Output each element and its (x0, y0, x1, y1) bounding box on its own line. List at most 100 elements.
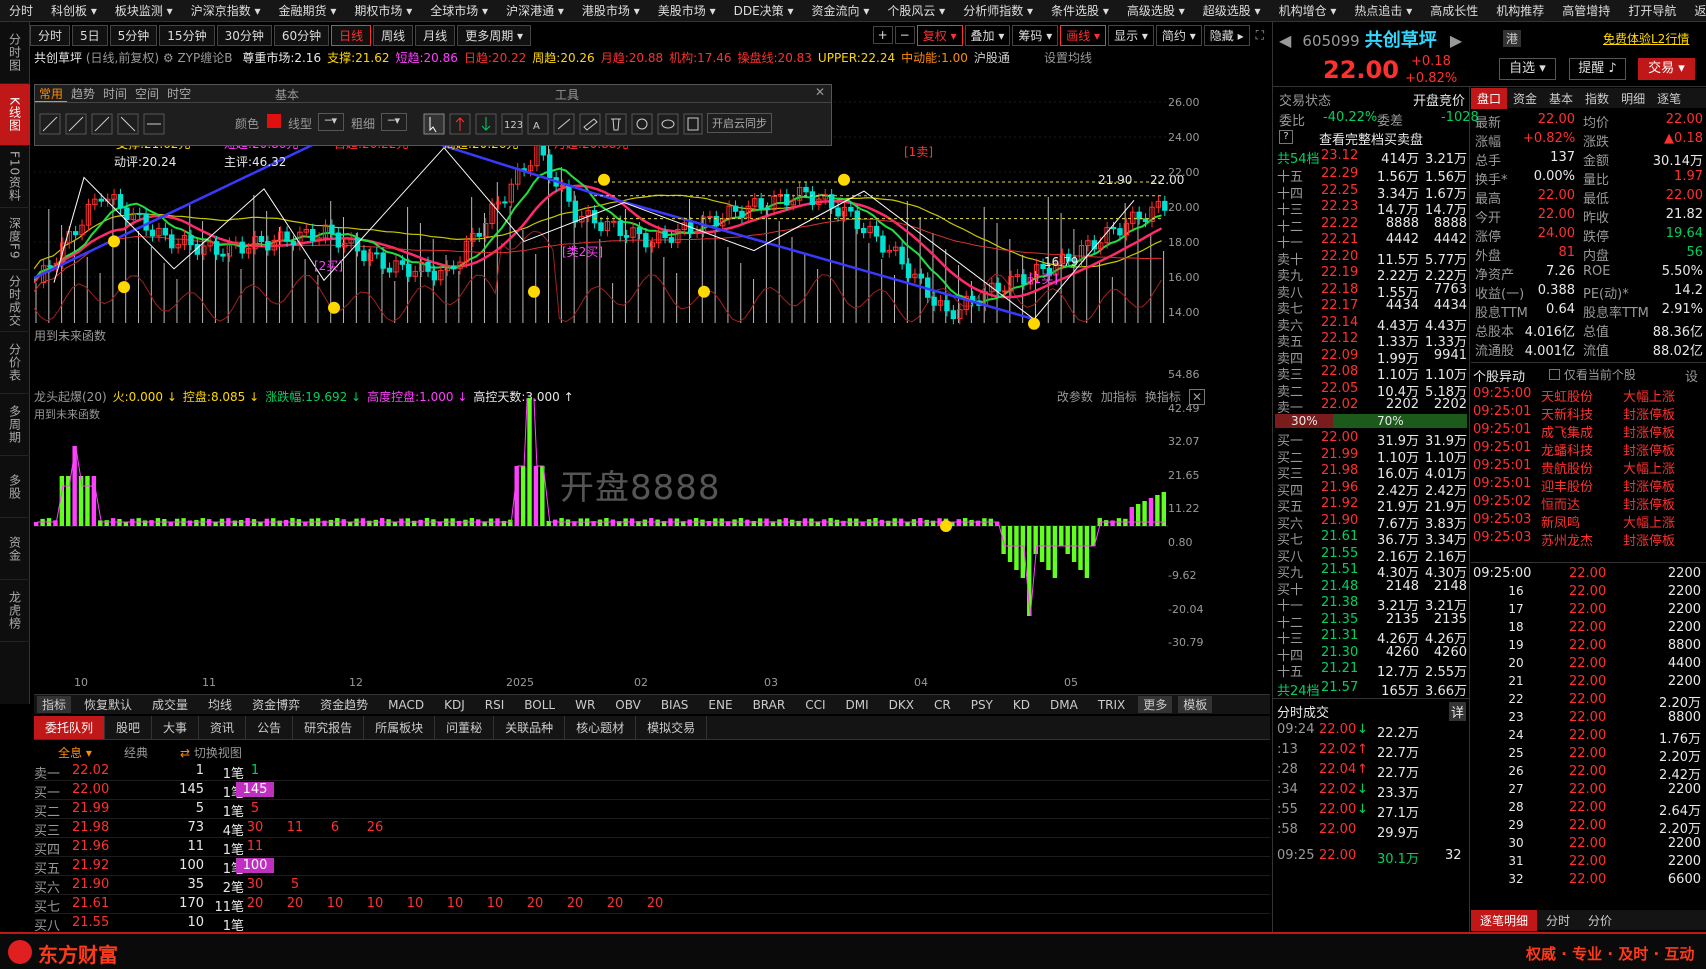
alert-stock[interactable]: 龙蟠科技 (1541, 440, 1593, 459)
menu-item[interactable]: 高成长性 (1421, 2, 1487, 19)
alert-stock[interactable]: 成飞集成 (1541, 422, 1593, 441)
view-classic-option[interactable]: 经典 (124, 744, 148, 761)
l2-trial-link[interactable]: 免费体验L2行情 (1603, 30, 1689, 47)
left-tab[interactable]: 分时图 (0, 22, 30, 84)
quote-panel-tab[interactable]: 明细 (1615, 88, 1651, 109)
toolbar-button[interactable]: 隐藏 ▸ (1203, 24, 1250, 46)
left-tab[interactable]: 多周期 (0, 394, 30, 456)
tool-panel-tab[interactable]: 时空 (163, 87, 195, 101)
bottom-tab[interactable]: 股吧 (105, 716, 153, 739)
indicator-tab[interactable]: 资金趋势 (310, 696, 378, 713)
indicator-tab[interactable]: BIAS (651, 698, 699, 712)
bottom-tab[interactable]: 大事 (152, 716, 200, 739)
period-button[interactable]: 15分钟 (159, 24, 215, 46)
period-button[interactable]: 60分钟 (273, 24, 330, 46)
close-icon[interactable]: ✕ (815, 85, 825, 99)
toolbar-button[interactable]: 显示 ▾ (1108, 24, 1154, 46)
menu-item[interactable]: 港股市场 ▾ (573, 2, 649, 19)
tool-panel-tab[interactable]: 趋势 (67, 87, 99, 101)
indicator-tab[interactable]: 更多 (1138, 696, 1173, 713)
add-watchlist-button[interactable]: 自选 ▾ (1499, 58, 1556, 80)
indicator-tab[interactable]: 成交量 (142, 696, 198, 713)
line-type-select[interactable]: ─▾ (318, 113, 344, 131)
menu-item[interactable]: 金融期货 ▾ (270, 2, 346, 19)
menu-item[interactable]: 期权市场 ▾ (345, 2, 421, 19)
left-tab[interactable]: 深度F9 (0, 208, 30, 270)
tick-detail-tab[interactable]: 分价 (1579, 910, 1621, 931)
alert-button[interactable]: 提醒 ♪ (1569, 58, 1626, 80)
indicator-sub-chart[interactable]: 用到未来函数 (34, 398, 1216, 690)
tool-panel-tab[interactable]: 常用 (35, 87, 68, 102)
bottom-tab[interactable]: 委托队列 (34, 716, 106, 739)
bottom-tab[interactable]: 公告 (246, 716, 294, 739)
menu-item[interactable]: 高级选股 ▾ (1118, 2, 1194, 19)
bottom-tab[interactable]: 问董秘 (435, 716, 495, 739)
bottom-tab[interactable]: 模拟交易 (636, 716, 708, 739)
indicator-tab[interactable]: DMI (836, 698, 879, 712)
left-tab[interactable]: 多股 (0, 456, 30, 518)
alert-stock[interactable]: 恒而达 (1541, 494, 1580, 513)
menu-item[interactable]: 沪深港通 ▾ (497, 2, 573, 19)
indicator-tab[interactable]: WR (565, 698, 605, 712)
toolbar-button[interactable]: 画线 ▾ (1060, 24, 1107, 46)
menu-item[interactable]: 个股风云 ▾ (878, 2, 954, 19)
alert-stock[interactable]: 迎丰股份 (1541, 476, 1593, 495)
yidong-settings-button[interactable]: 设 (1685, 366, 1698, 385)
left-tab[interactable]: 资金 (0, 518, 30, 580)
gear-icon[interactable]: ⚙ (163, 51, 174, 65)
next-stock-icon[interactable]: ▶ (1450, 31, 1462, 50)
period-button[interactable]: 日线 (331, 24, 372, 46)
formula-label[interactable]: ZYP缠论B (177, 51, 232, 65)
color-swatch[interactable] (267, 114, 281, 128)
tool-panel-tab[interactable]: 时间 (99, 87, 131, 101)
left-tab[interactable]: 龙虎榜 (0, 580, 30, 642)
indicator-tab[interactable]: PSY (961, 698, 1003, 712)
indicator-tab[interactable]: RSI (475, 698, 515, 712)
toolbar-button[interactable]: 叠加 ▾ (964, 24, 1011, 46)
indicator-tab[interactable]: KDJ (434, 698, 475, 712)
menu-item[interactable]: 分时 (0, 2, 42, 19)
menu-item[interactable]: 机构增仓 ▾ (1270, 2, 1346, 19)
menu-item[interactable]: 分析师指数 ▾ (954, 2, 1042, 19)
quote-panel-tab[interactable]: 资金 (1507, 88, 1543, 109)
alert-stock[interactable]: 天虹股份 (1541, 386, 1593, 405)
menu-item[interactable]: 美股市场 ▾ (649, 2, 725, 19)
menu-item[interactable]: 全球市场 ▾ (421, 2, 497, 19)
tool-icons[interactable]: 123 A (423, 113, 703, 135)
line-tools-icons[interactable] (39, 113, 189, 135)
menu-item[interactable]: 机构推荐 (1487, 2, 1553, 19)
period-button[interactable]: 5日 (72, 24, 108, 46)
menu-item[interactable]: 科创板 ▾ (42, 2, 106, 19)
left-tab[interactable]: 分价表 (0, 332, 30, 394)
trade-button[interactable]: 交易 ▾ (1638, 58, 1695, 80)
help-icon[interactable]: ? (1279, 130, 1293, 144)
bottom-tab[interactable]: 关联品种 (494, 716, 566, 739)
quote-panel-tab[interactable]: 基本 (1543, 88, 1579, 109)
tool-panel-tab[interactable]: 空间 (131, 87, 163, 101)
menu-item[interactable]: DDE决策 ▾ (725, 2, 803, 19)
indicator-tab[interactable]: TRIX (1088, 698, 1135, 712)
switch-view-button[interactable]: ⇄ 切换视图 (180, 744, 242, 761)
bottom-tab[interactable]: 研究报告 (293, 716, 365, 739)
zoom-button[interactable]: − (894, 26, 915, 44)
menu-item-right[interactable]: 返回 (1685, 2, 1706, 19)
alert-stock[interactable]: 贵航股份 (1541, 458, 1593, 477)
full-book-link[interactable]: 查看完整档买卖盘 (1319, 129, 1423, 148)
indicator-tab[interactable]: OBV (605, 698, 651, 712)
thickness-select[interactable]: ─▾ (381, 113, 407, 131)
indicator-tab[interactable]: 模板 (1178, 696, 1213, 713)
bottom-tab[interactable]: 核心题材 (565, 716, 637, 739)
menu-item[interactable]: 条件选股 ▾ (1042, 2, 1118, 19)
tick-detail-tab[interactable]: 分时 (1537, 910, 1579, 931)
zoom-button[interactable]: + (872, 26, 893, 44)
bottom-tab[interactable]: 所属板块 (364, 716, 436, 739)
menu-item[interactable]: 超级选股 ▾ (1194, 2, 1270, 19)
only-current-checkbox[interactable] (1549, 369, 1560, 380)
alert-stock[interactable]: 新凤鸣 (1541, 512, 1580, 531)
menu-item[interactable]: 板块监测 ▾ (106, 2, 182, 19)
tick-detail-tab[interactable]: 逐笔明细 (1471, 910, 1538, 931)
toolbar-button[interactable]: 筹码 ▾ (1012, 24, 1059, 46)
left-tab[interactable]: 分时成交 (0, 270, 30, 332)
prev-stock-icon[interactable]: ◀ (1279, 31, 1291, 50)
indicator-tab[interactable]: 指标 (37, 696, 72, 713)
